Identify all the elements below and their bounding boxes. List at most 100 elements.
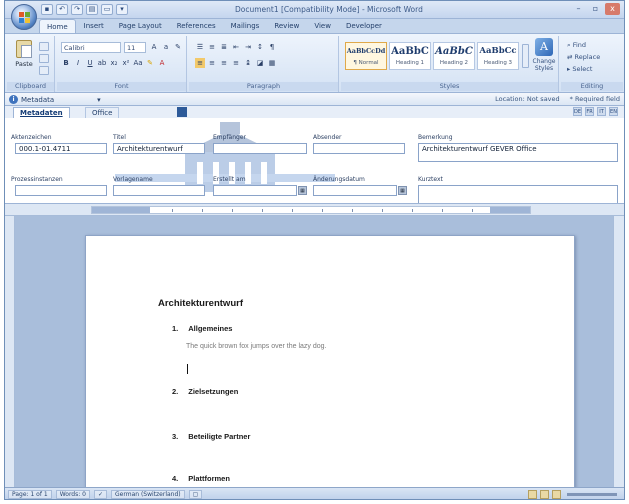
select-button[interactable]: ▸ Select bbox=[567, 65, 592, 73]
full-screen-view-icon[interactable] bbox=[540, 490, 549, 499]
subscript-icon[interactable]: x₂ bbox=[109, 58, 119, 68]
bold-icon[interactable]: B bbox=[61, 58, 71, 68]
tab-developer[interactable]: Developer bbox=[339, 19, 389, 33]
customize-qat-icon[interactable]: ▾ bbox=[116, 4, 128, 15]
clear-format-icon[interactable]: ✎ bbox=[173, 42, 183, 52]
style-heading-2[interactable]: AaBbC Heading 2 bbox=[433, 42, 475, 70]
styles-scroll-icon[interactable] bbox=[522, 44, 529, 68]
vorlage-field[interactable] bbox=[113, 185, 205, 196]
tab-view[interactable]: View bbox=[307, 19, 338, 33]
erstellt-field[interactable] bbox=[213, 185, 297, 196]
absender-field[interactable] bbox=[313, 143, 405, 154]
line-spacing-icon[interactable]: ↨ bbox=[243, 58, 253, 68]
style-heading-2-name: Heading 2 bbox=[439, 60, 469, 66]
lang-it-icon[interactable]: IT bbox=[597, 107, 606, 116]
word-count[interactable]: Words: 0 bbox=[55, 490, 90, 499]
show-marks-icon[interactable]: ¶ bbox=[267, 42, 277, 52]
tab-page-layout[interactable]: Page Layout bbox=[112, 19, 169, 33]
shading-icon[interactable]: ◪ bbox=[255, 58, 265, 68]
print-icon[interactable]: ▤ bbox=[86, 4, 98, 15]
document-area: Architekturentwurf 1. Allgemeines The qu… bbox=[5, 216, 624, 487]
decrease-indent-icon[interactable]: ⇤ bbox=[231, 42, 241, 52]
bullets-icon[interactable]: ☰ bbox=[195, 42, 205, 52]
strikethrough-icon[interactable]: ab bbox=[97, 58, 107, 68]
change-case-icon[interactable]: Aa bbox=[133, 58, 143, 68]
paste-button[interactable]: Paste bbox=[13, 40, 35, 72]
spelling-icon[interactable]: ✓ bbox=[93, 490, 108, 499]
italic-icon[interactable]: I bbox=[73, 58, 83, 68]
ruler-tick bbox=[322, 209, 323, 212]
print-layout-view-icon[interactable] bbox=[528, 490, 537, 499]
font-group: Calibri 11 A a ✎ B I U ab x₂ x² Aa ✎ A F… bbox=[57, 36, 187, 92]
redo-icon[interactable]: ↷ bbox=[71, 4, 83, 15]
underline-icon[interactable]: U bbox=[85, 58, 95, 68]
zoom-slider[interactable] bbox=[567, 493, 617, 496]
cut-icon[interactable] bbox=[39, 42, 49, 51]
align-left-icon[interactable]: ≡ bbox=[195, 58, 205, 68]
superscript-icon[interactable]: x² bbox=[121, 58, 131, 68]
save-icon[interactable]: ▪ bbox=[41, 4, 53, 15]
tab-mailings[interactable]: Mailings bbox=[224, 19, 267, 33]
style-heading-1[interactable]: AaBbC Heading 1 bbox=[389, 42, 431, 70]
kurztext-field[interactable] bbox=[418, 185, 618, 203]
borders-icon[interactable]: ▦ bbox=[267, 58, 277, 68]
align-right-icon[interactable]: ≡ bbox=[219, 58, 229, 68]
tab-office[interactable]: Office bbox=[85, 107, 120, 118]
vertical-ruler[interactable] bbox=[5, 216, 15, 487]
aktenzeichen-field[interactable]: 000.1-01.4711 bbox=[15, 143, 107, 154]
calendar-icon[interactable]: ▦ bbox=[298, 186, 307, 195]
language-status[interactable]: German (Switzerland) bbox=[111, 490, 185, 499]
tab-home[interactable]: Home bbox=[39, 19, 76, 33]
justify-icon[interactable]: ≡ bbox=[231, 58, 241, 68]
titel-field[interactable]: Architekturentwurf bbox=[113, 143, 205, 154]
close-button[interactable]: x bbox=[605, 3, 620, 15]
open-icon[interactable]: ▭ bbox=[101, 4, 113, 15]
web-layout-view-icon[interactable] bbox=[552, 490, 561, 499]
page-count[interactable]: Page: 1 of 1 bbox=[8, 490, 52, 499]
tab-references[interactable]: References bbox=[170, 19, 223, 33]
minimize-button[interactable]: – bbox=[571, 3, 586, 15]
font-color-icon[interactable]: A bbox=[157, 58, 167, 68]
increase-indent-icon[interactable]: ⇥ bbox=[243, 42, 253, 52]
lang-de-icon[interactable]: DE bbox=[573, 107, 582, 116]
vertical-scrollbar[interactable] bbox=[613, 216, 624, 487]
highlight-icon[interactable]: ✎ bbox=[145, 58, 155, 68]
shrink-font-icon[interactable]: a bbox=[161, 42, 171, 52]
font-size-box[interactable]: 11 bbox=[124, 42, 146, 53]
style-heading-3[interactable]: AaBbCc Heading 3 bbox=[477, 42, 519, 70]
bemerkung-field[interactable]: Architekturentwurf GEVER Office bbox=[418, 143, 618, 162]
prozess-field[interactable] bbox=[15, 185, 107, 196]
find-button[interactable]: ⌕ Find bbox=[567, 41, 586, 50]
tab-review[interactable]: Review bbox=[267, 19, 306, 33]
font-name-box[interactable]: Calibri bbox=[61, 42, 121, 53]
tab-insert[interactable]: Insert bbox=[77, 19, 111, 33]
calendar-icon[interactable]: ▦ bbox=[398, 186, 407, 195]
sort-icon[interactable]: ↕ bbox=[255, 42, 265, 52]
tab-metadaten[interactable]: Metadaten bbox=[13, 107, 70, 118]
aenderung-label: Änderungsdatum bbox=[313, 176, 365, 183]
lang-en-icon[interactable]: EN bbox=[609, 107, 618, 116]
style-normal[interactable]: AaBbCcDd ¶ Normal bbox=[345, 42, 387, 70]
document-page[interactable]: Architekturentwurf 1. Allgemeines The qu… bbox=[85, 235, 575, 487]
macro-icon[interactable]: ▢ bbox=[188, 490, 203, 499]
format-painter-icon[interactable] bbox=[39, 66, 49, 75]
lang-fr-icon[interactable]: FR bbox=[585, 107, 594, 116]
grow-font-icon[interactable]: A bbox=[149, 42, 159, 52]
replace-button[interactable]: ⇄ Replace bbox=[567, 53, 600, 61]
ruler-track bbox=[91, 206, 531, 214]
aenderung-field[interactable] bbox=[313, 185, 397, 196]
undo-icon[interactable]: ↶ bbox=[56, 4, 68, 15]
dropdown-arrow-icon[interactable]: ▾ bbox=[97, 96, 101, 104]
office-button[interactable] bbox=[11, 4, 37, 30]
document-information-toggle[interactable]: i Metadata ▾ bbox=[9, 95, 101, 104]
maximize-button[interactable]: ▫ bbox=[588, 3, 603, 15]
save-metadata-icon[interactable] bbox=[177, 107, 187, 117]
empfaenger-field[interactable] bbox=[213, 143, 307, 154]
multilevel-list-icon[interactable]: ≣ bbox=[219, 42, 229, 52]
align-center-icon[interactable]: ≡ bbox=[207, 58, 217, 68]
copy-icon[interactable] bbox=[39, 54, 49, 63]
numbering-icon[interactable]: ≡ bbox=[207, 42, 217, 52]
editing-group: ⌕ Find ⇄ Replace ▸ Select Editing bbox=[561, 36, 623, 92]
horizontal-ruler[interactable] bbox=[5, 204, 624, 216]
change-styles-button[interactable]: A Change Styles bbox=[531, 38, 557, 74]
